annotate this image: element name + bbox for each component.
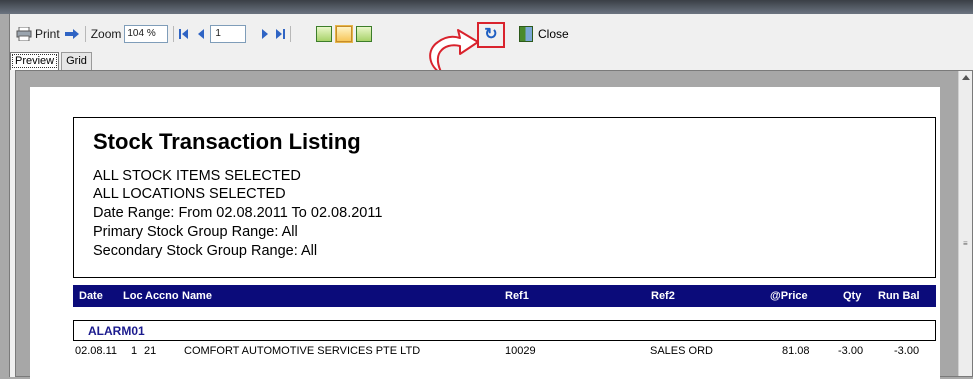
- printer-icon: [16, 27, 32, 41]
- col-date: Date: [79, 290, 103, 302]
- col-loc: Loc: [123, 290, 143, 302]
- cell-accno: 21: [144, 345, 157, 357]
- close-button[interactable]: Close: [519, 26, 569, 42]
- next-page-button[interactable]: [260, 23, 270, 45]
- multi-page-view-button[interactable]: [354, 23, 374, 45]
- cell-runbal: -3.00: [894, 345, 920, 357]
- continuous-page-icon: [336, 26, 353, 42]
- cell-ref2: SALES ORD: [650, 345, 713, 357]
- cell-qty: -3.00: [838, 345, 864, 357]
- zoom-group: Zoom 104 %: [89, 23, 171, 45]
- next-page-icon: [262, 29, 269, 39]
- last-page-icon: [276, 29, 286, 39]
- cell-price: 81.08: [782, 345, 810, 357]
- toolbar-separator: [290, 26, 292, 42]
- tab-preview[interactable]: Preview: [10, 52, 60, 70]
- first-page-button[interactable]: [177, 23, 190, 45]
- filter-line: Secondary Stock Group Range: All: [93, 243, 318, 259]
- preview-area[interactable]: Stock Transaction Listing ALL STOCK ITEM…: [15, 70, 973, 379]
- print-label: Print: [35, 27, 60, 41]
- col-ref1: Ref1: [505, 290, 529, 302]
- refresh-button[interactable]: ↻: [477, 22, 505, 48]
- scroll-grip-icon: ≡: [963, 239, 968, 248]
- cell-ref1: 10029: [505, 345, 536, 357]
- report-page: Stock Transaction Listing ALL STOCK ITEM…: [30, 87, 940, 379]
- prev-page-icon: [198, 29, 205, 39]
- filter-line: ALL STOCK ITEMS SELECTED: [93, 168, 301, 184]
- date-range-line: Date Range: From 02.08.2011 To 02.08.201…: [93, 205, 383, 221]
- cell-date: 02.08.11: [75, 345, 118, 357]
- cell-name: COMFORT AUTOMOTIVE SERVICES PTE LTD: [184, 345, 421, 357]
- close-door-icon: [519, 26, 533, 42]
- continuous-view-button[interactable]: [334, 23, 354, 45]
- multi-page-icon: [356, 26, 373, 42]
- single-page-view-button[interactable]: [314, 23, 334, 45]
- last-page-button[interactable]: [274, 23, 287, 45]
- column-header-band: Date Loc Accno Name Ref1 Ref2 @Price Qty…: [73, 285, 936, 307]
- col-runbal: Run Bal: [878, 290, 920, 302]
- toolbar-separator: [173, 26, 175, 42]
- tab-grid[interactable]: Grid: [61, 52, 92, 70]
- col-price: @Price: [770, 290, 808, 302]
- print-button[interactable]: Print: [14, 23, 62, 45]
- col-qty: Qty: [843, 290, 862, 302]
- zoom-input[interactable]: 104 %: [124, 25, 169, 43]
- export-arrow-icon: [64, 29, 79, 39]
- col-ref2: Ref2: [651, 290, 675, 302]
- col-accno: Accno: [145, 290, 179, 302]
- vertical-scrollbar[interactable]: ≡: [958, 71, 972, 376]
- zoom-label: Zoom: [90, 27, 122, 41]
- group-header: ALARM01: [73, 320, 936, 341]
- single-page-icon: [316, 26, 333, 42]
- prev-page-button[interactable]: [196, 23, 206, 45]
- scroll-up-arrow-icon[interactable]: [962, 75, 970, 80]
- close-label: Close: [538, 27, 569, 41]
- filter-line: ALL LOCATIONS SELECTED: [93, 186, 286, 202]
- first-page-icon: [179, 29, 189, 39]
- group-label: ALARM01: [88, 324, 145, 338]
- col-name: Name: [182, 290, 212, 302]
- export-button[interactable]: [62, 23, 82, 45]
- cell-loc: 1: [131, 345, 138, 357]
- report-title: Stock Transaction Listing: [93, 129, 361, 154]
- title-bar-strip: [0, 0, 973, 14]
- page-number-input[interactable]: 1: [210, 25, 247, 43]
- refresh-icon: ↻: [484, 26, 498, 43]
- report-header-box: Stock Transaction Listing ALL STOCK ITEM…: [73, 117, 936, 278]
- report-viewer-window: Print Zoom 104 % 1 ↻ Close Preview Grid …: [9, 14, 973, 379]
- view-tabs: Preview Grid: [10, 52, 94, 70]
- toolbar-separator: [84, 26, 86, 42]
- filter-line: Primary Stock Group Range: All: [93, 224, 298, 240]
